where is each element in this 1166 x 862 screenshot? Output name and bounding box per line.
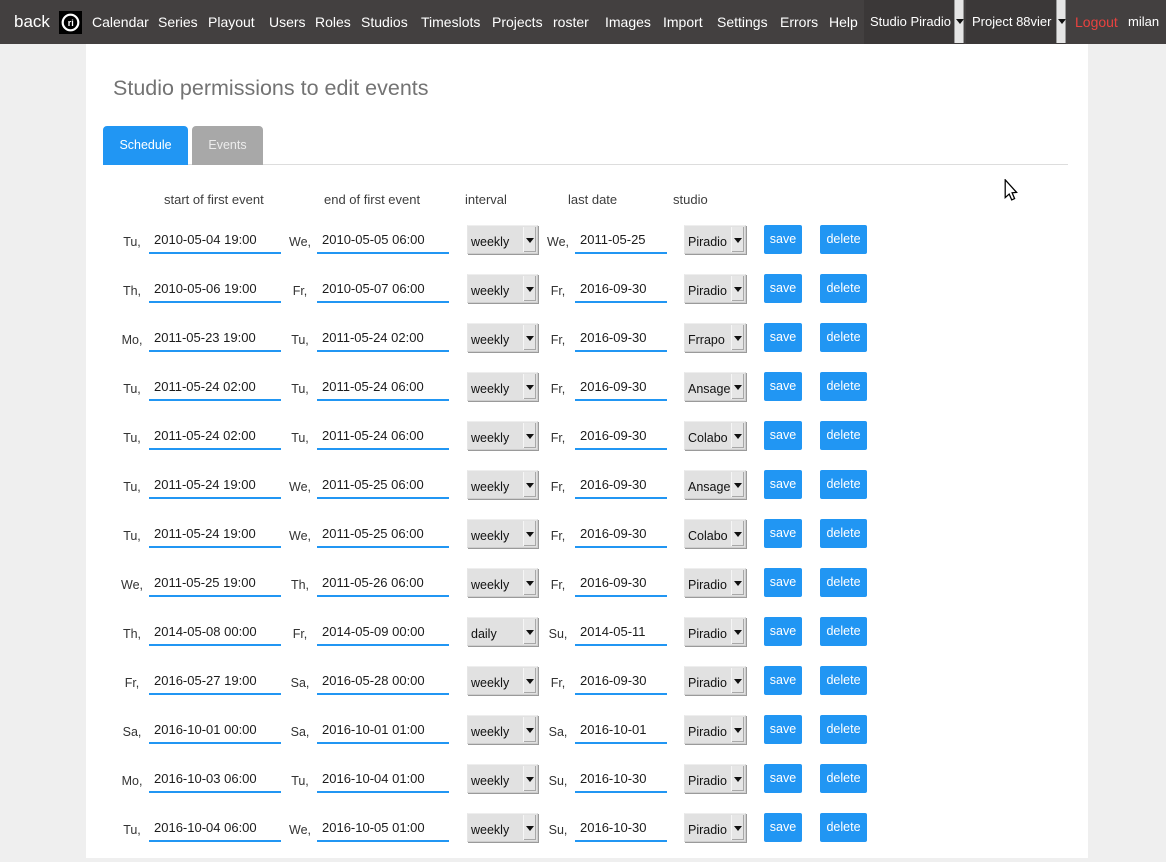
- svg-text:ri: ri: [68, 18, 74, 28]
